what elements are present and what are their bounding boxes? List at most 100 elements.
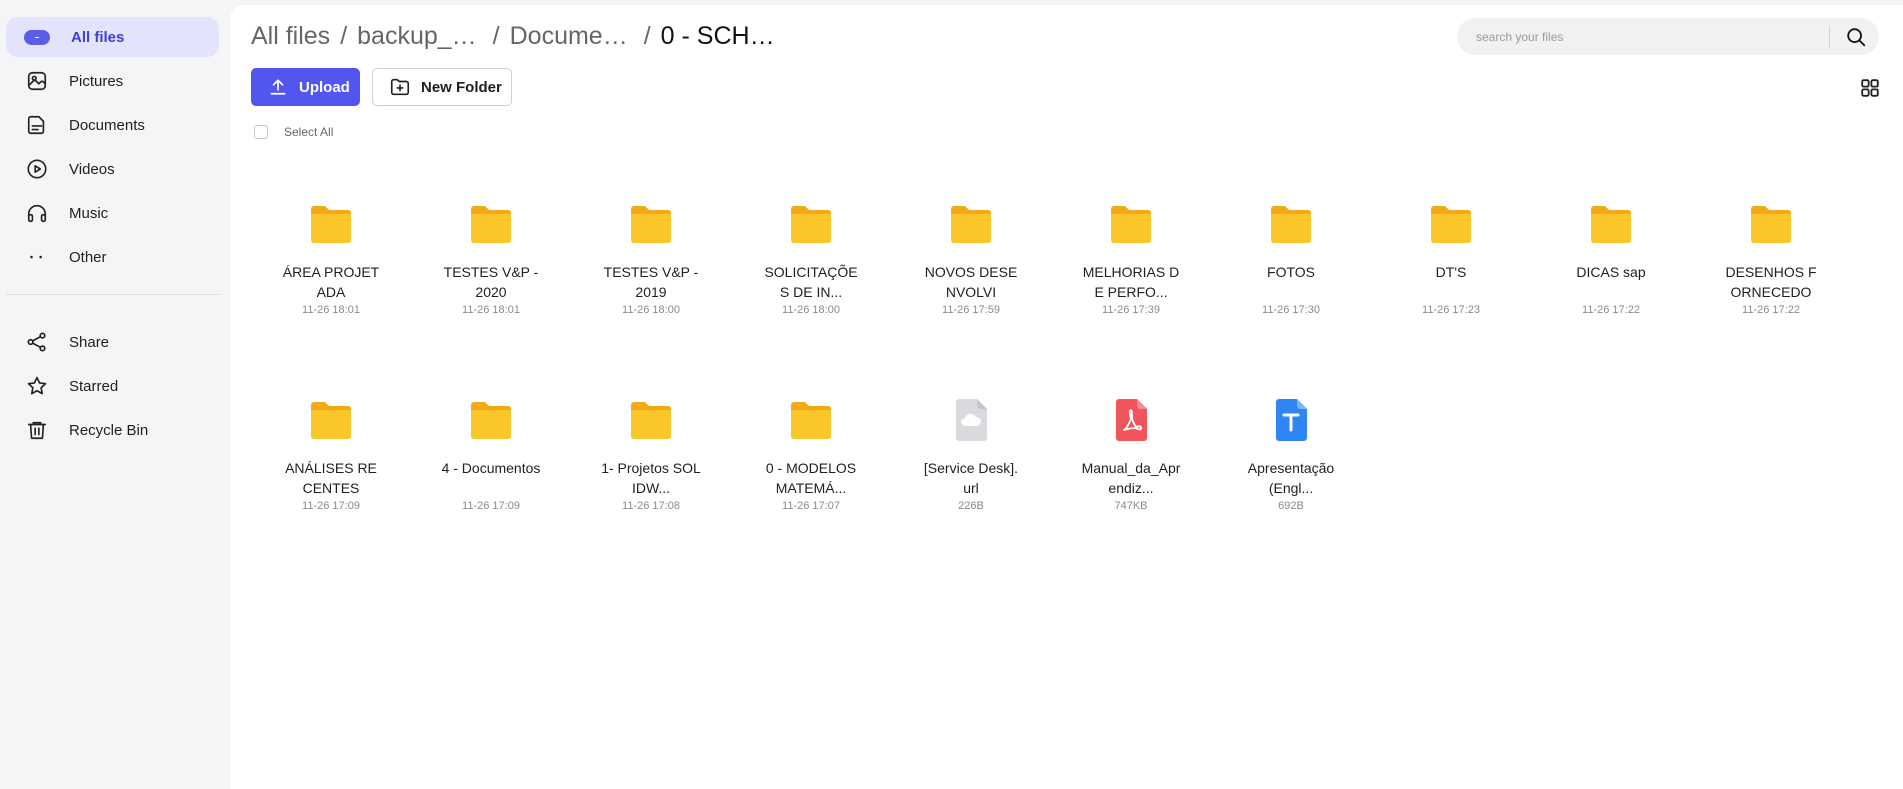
sidebar: All files Pictures Documents Videos Musi… bbox=[0, 0, 230, 789]
grid-view-icon[interactable] bbox=[1859, 77, 1881, 99]
breadcrumb: All files / backup_… / Docume… / 0 - SCH… bbox=[251, 22, 775, 51]
search-divider bbox=[1829, 26, 1830, 48]
file-grid: ÁREA PROJETADA 11-26 18:01 TESTES V&P - 20… bbox=[251, 200, 1891, 554]
file-date: 11-26 17:22 bbox=[1742, 304, 1800, 316]
file-tile[interactable]: Manual_da_Aprendiz... 747KB bbox=[1051, 396, 1211, 554]
folder-tile[interactable]: FOTOS 11-26 17:30 bbox=[1211, 200, 1371, 358]
file-tile[interactable]: Apresentação (Engl... 692B bbox=[1211, 396, 1371, 554]
sidebar-item-videos[interactable]: Videos bbox=[6, 149, 219, 189]
sidebar-item-share[interactable]: Share bbox=[6, 322, 219, 362]
sidebar-divider bbox=[6, 294, 219, 295]
file-date: 11-26 17:09 bbox=[462, 500, 520, 512]
file-name: 4 - Documentos bbox=[441, 460, 541, 476]
main-panel: All files / backup_… / Docume… / 0 - SCH… bbox=[230, 5, 1903, 789]
file-date: 11-26 18:01 bbox=[302, 304, 360, 316]
folder-tile[interactable]: TESTES V&P - 2020 11-26 18:01 bbox=[411, 200, 571, 358]
cloud-file-icon bbox=[947, 396, 995, 444]
folder-tile[interactable]: DT'S 11-26 17:23 bbox=[1371, 200, 1531, 358]
upload-button-label: Upload bbox=[299, 78, 350, 96]
toolbar: Upload New Folder bbox=[251, 68, 512, 106]
file-name: DT'S bbox=[1435, 264, 1467, 280]
file-name: 0 - MODELOS MATEMÁ... bbox=[765, 460, 857, 496]
sidebar-item-pictures[interactable]: Pictures bbox=[6, 61, 219, 101]
folder-icon bbox=[467, 200, 515, 248]
file-date: 11-26 18:00 bbox=[622, 304, 680, 316]
picture-icon bbox=[24, 68, 50, 94]
file-name: MELHORIAS DE PERFO... bbox=[1082, 264, 1180, 300]
file-size: 226B bbox=[958, 500, 984, 512]
breadcrumb-item-current: 0 - SCH… bbox=[660, 22, 775, 50]
folder-tile[interactable]: SOLICITAÇÕES DE IN... 11-26 18:00 bbox=[731, 200, 891, 358]
sidebar-item-music[interactable]: Music bbox=[6, 193, 219, 233]
folder-icon bbox=[1747, 200, 1795, 248]
folder-icon bbox=[787, 200, 835, 248]
file-tile[interactable]: [Service Desk].url 226B bbox=[891, 396, 1051, 554]
folder-tile[interactable]: ANÁLISES RECENTES 11-26 17:09 bbox=[251, 396, 411, 554]
folder-tile[interactable]: ÁREA PROJETADA 11-26 18:01 bbox=[251, 200, 411, 358]
folder-icon bbox=[947, 200, 995, 248]
headphones-icon bbox=[24, 200, 50, 226]
folder-tile[interactable]: NOVOS DESENVOLVI 11-26 17:59 bbox=[891, 200, 1051, 358]
file-name: NOVOS DESENVOLVI bbox=[924, 264, 1018, 300]
folder-icon bbox=[467, 396, 515, 444]
star-icon bbox=[24, 373, 50, 399]
breadcrumb-separator: / bbox=[492, 22, 500, 50]
file-date: 11-26 17:39 bbox=[1102, 304, 1160, 316]
sidebar-item-recycle-bin[interactable]: Recycle Bin bbox=[6, 410, 219, 450]
select-all-checkbox[interactable] bbox=[254, 125, 268, 139]
sidebar-item-label: Videos bbox=[69, 160, 115, 178]
sidebar-item-documents[interactable]: Documents bbox=[6, 105, 219, 145]
sidebar-item-label: Starred bbox=[69, 377, 119, 395]
folder-tile[interactable]: 1- Projetos SOLIDW... 11-26 17:08 bbox=[571, 396, 731, 554]
file-date: 11-26 18:01 bbox=[462, 304, 520, 316]
sidebar-item-label: Documents bbox=[69, 116, 145, 134]
more-icon bbox=[24, 244, 50, 270]
file-name: ÁREA PROJETADA bbox=[282, 264, 380, 300]
folder-icon bbox=[307, 396, 355, 444]
breadcrumb-item-backup[interactable]: backup_… bbox=[357, 22, 477, 51]
upload-button[interactable]: Upload bbox=[251, 68, 360, 106]
new-folder-button-label: New Folder bbox=[421, 78, 502, 96]
file-name: TESTES V&P - 2020 bbox=[443, 264, 539, 300]
folder-tile[interactable]: TESTES V&P - 2019 11-26 18:00 bbox=[571, 200, 731, 358]
folder-tile[interactable]: DICAS sap 11-26 17:22 bbox=[1531, 200, 1691, 358]
upload-icon bbox=[270, 79, 286, 95]
text-document-icon bbox=[1267, 396, 1315, 444]
sidebar-item-all-files[interactable]: All files bbox=[6, 17, 219, 57]
file-size: 747KB bbox=[1114, 500, 1148, 512]
trash-icon bbox=[24, 417, 50, 443]
folder-icon bbox=[1107, 200, 1155, 248]
new-folder-button[interactable]: New Folder bbox=[372, 68, 512, 106]
search-bar bbox=[1457, 18, 1879, 55]
file-name: DESENHOS FORNECEDO bbox=[1725, 264, 1817, 300]
file-name: Apresentação (Engl... bbox=[1247, 460, 1335, 496]
file-date: 11-26 17:08 bbox=[622, 500, 680, 512]
breadcrumb-item-documents[interactable]: Docume… bbox=[510, 22, 628, 51]
search-icon[interactable] bbox=[1845, 26, 1867, 48]
search-input[interactable] bbox=[1476, 27, 1816, 46]
folder-icon bbox=[627, 200, 675, 248]
file-name: FOTOS bbox=[1267, 264, 1315, 280]
folder-tile[interactable]: MELHORIAS DE PERFO... 11-26 17:39 bbox=[1051, 200, 1211, 358]
folder-icon bbox=[1267, 200, 1315, 248]
file-date: 11-26 17:59 bbox=[942, 304, 1000, 316]
all-files-icon bbox=[24, 24, 50, 50]
sidebar-item-other[interactable]: Other bbox=[6, 237, 219, 277]
sidebar-item-label: Other bbox=[69, 248, 107, 266]
breadcrumb-separator: / bbox=[340, 22, 348, 50]
play-icon bbox=[24, 156, 50, 182]
file-date: 11-26 18:00 bbox=[782, 304, 840, 316]
folder-plus-icon bbox=[390, 78, 410, 96]
folder-tile[interactable]: 0 - MODELOS MATEMÁ... 11-26 17:07 bbox=[731, 396, 891, 554]
folder-icon bbox=[627, 396, 675, 444]
folder-tile[interactable]: 4 - Documentos 11-26 17:09 bbox=[411, 396, 571, 554]
file-name: TESTES V&P - 2019 bbox=[603, 264, 699, 300]
file-date: 11-26 17:07 bbox=[782, 500, 840, 512]
file-name: ANÁLISES RECENTES bbox=[285, 460, 377, 496]
document-icon bbox=[24, 112, 50, 138]
folder-tile[interactable]: DESENHOS FORNECEDO 11-26 17:22 bbox=[1691, 200, 1851, 358]
sidebar-item-starred[interactable]: Starred bbox=[6, 366, 219, 406]
select-all-label: Select All bbox=[284, 125, 334, 139]
file-name: SOLICITAÇÕES DE IN... bbox=[764, 264, 858, 300]
breadcrumb-item-all-files[interactable]: All files bbox=[251, 22, 330, 51]
